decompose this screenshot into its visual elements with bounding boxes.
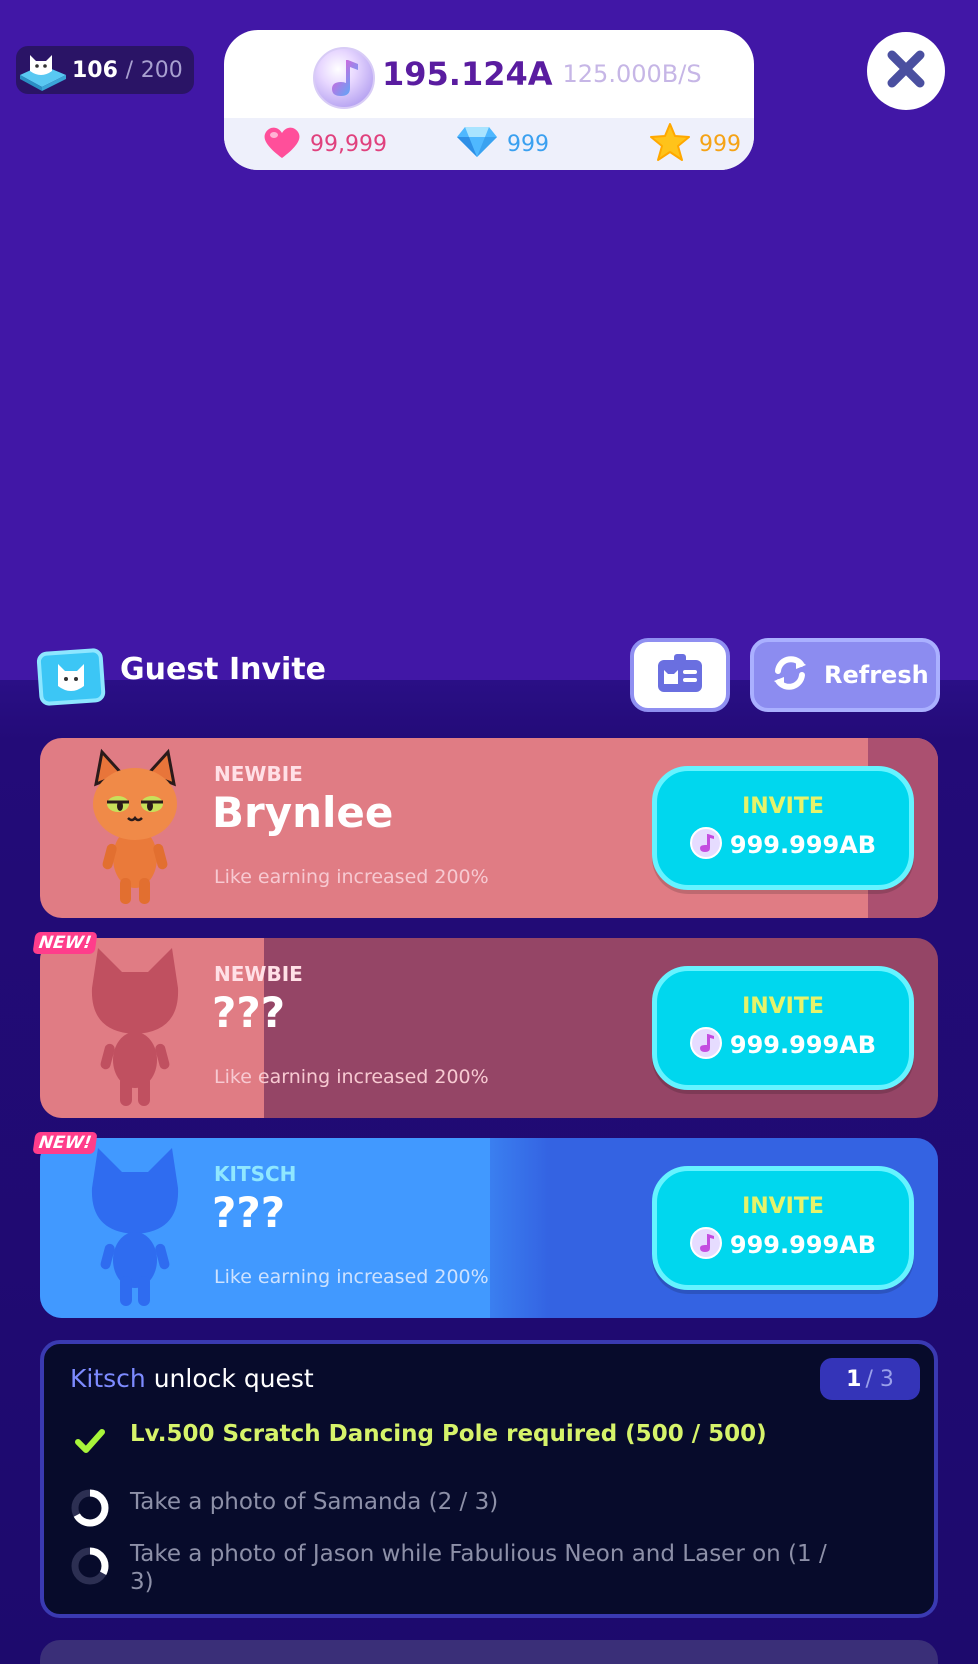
quest-title: Kitsch unlock quest bbox=[70, 1364, 314, 1393]
progress-ring-icon bbox=[70, 1546, 110, 1586]
stars-counter: 999 bbox=[649, 122, 741, 166]
quest-item: Lv.500 Scratch Dancing Pole required (50… bbox=[70, 1420, 850, 1460]
guest-card: KITSCH ??? Like earning increased 200% I… bbox=[40, 1138, 938, 1318]
quest-item-text: Take a photo of Jason while Fabulious Ne… bbox=[130, 1541, 827, 1595]
quest-title-highlight: Kitsch bbox=[70, 1364, 146, 1393]
quest-item-text: Lv.500 Scratch Dancing Pole required (50… bbox=[130, 1421, 767, 1447]
invite-label: INVITE bbox=[742, 993, 824, 1019]
guest-rarity: NEWBIE bbox=[214, 962, 303, 986]
unlock-quest-panel: Kitsch unlock quest 1 / 3 Lv.500 Scratch… bbox=[40, 1340, 938, 1618]
capacity-current: 106 bbox=[72, 57, 118, 83]
currency-panel: 195.124A 125.000B/S 99,999 999 999 bbox=[224, 30, 754, 170]
invite-cost: 999.999AB bbox=[729, 830, 877, 859]
progress-ring-icon bbox=[70, 1488, 110, 1528]
guest-description: Like earning increased 200% bbox=[214, 866, 489, 888]
music-note-orb-icon bbox=[689, 1026, 722, 1063]
quest-item-text: Take a photo of Samanda (2 / 3) bbox=[130, 1489, 499, 1515]
refresh-icon bbox=[770, 653, 810, 697]
new-badge: NEW! bbox=[32, 932, 98, 954]
guest-invite-title: Guest Invite bbox=[120, 652, 327, 687]
guest-avatar-cat bbox=[80, 748, 190, 908]
invite-button[interactable]: INVITE 999.999AB bbox=[652, 1166, 914, 1290]
refresh-label: Refresh bbox=[824, 661, 929, 689]
hearts-value: 99,999 bbox=[310, 131, 387, 157]
card-fade bbox=[490, 1138, 550, 1318]
gem-icon bbox=[455, 125, 499, 163]
guest-rarity: KITSCH bbox=[214, 1162, 297, 1186]
guest-card: NEWBIE ??? Like earning increased 200% I… bbox=[40, 938, 938, 1118]
stars-value: 999 bbox=[698, 131, 741, 157]
guest-name: ??? bbox=[212, 988, 286, 1037]
quest-title-rest: unlock quest bbox=[145, 1364, 314, 1393]
music-note-orb-icon bbox=[689, 826, 722, 863]
guest-ticket-icon bbox=[36, 646, 106, 706]
new-badge: NEW! bbox=[32, 1132, 98, 1154]
guest-card: NEWBIE Brynlee Like earning increased 20… bbox=[40, 738, 938, 918]
guest-name: Brynlee bbox=[212, 788, 394, 837]
quest-item: Take a photo of Jason while Fabulious Ne… bbox=[70, 1540, 850, 1596]
hearts-counter: 99,999 bbox=[262, 124, 387, 164]
guest-avatar-silhouette bbox=[80, 1148, 190, 1308]
next-panel-peek bbox=[40, 1640, 938, 1664]
check-icon bbox=[70, 1420, 110, 1460]
invite-cost: 999.999AB bbox=[729, 1230, 877, 1259]
refresh-button[interactable]: Refresh bbox=[750, 638, 940, 712]
guest-capacity-pill: 106 / 200 bbox=[16, 46, 194, 94]
guest-rarity: NEWBIE bbox=[214, 762, 303, 786]
guest-description: Like earning increased 200% bbox=[214, 1266, 489, 1288]
invite-button[interactable]: INVITE 999.999AB bbox=[652, 766, 914, 890]
heart-icon bbox=[262, 124, 302, 164]
music-note-orb-icon bbox=[312, 46, 376, 110]
currency-rate: 125.000B/S bbox=[562, 60, 702, 88]
guest-name: ??? bbox=[212, 1188, 286, 1237]
invite-cost: 999.999AB bbox=[729, 1030, 877, 1059]
music-note-orb-icon bbox=[689, 1226, 722, 1263]
currency-main-value: 195.124A bbox=[382, 55, 553, 93]
quest-progress-current: 1 bbox=[846, 1366, 862, 1392]
close-icon bbox=[886, 49, 926, 93]
capacity-max: 200 bbox=[140, 57, 183, 83]
invite-label: INVITE bbox=[742, 1193, 824, 1219]
guest-avatar-silhouette bbox=[80, 948, 190, 1108]
close-button[interactable] bbox=[867, 32, 945, 110]
quest-progress-badge: 1 / 3 bbox=[820, 1358, 920, 1400]
quest-progress-rest: / 3 bbox=[865, 1366, 894, 1392]
gems-counter: 999 bbox=[455, 125, 549, 163]
invite-button[interactable]: INVITE 999.999AB bbox=[652, 966, 914, 1090]
capacity-separator: / bbox=[125, 57, 134, 83]
quest-item: Take a photo of Samanda (2 / 3) bbox=[70, 1488, 850, 1528]
star-icon bbox=[649, 122, 691, 166]
invite-label: INVITE bbox=[742, 793, 824, 819]
id-card-icon bbox=[656, 652, 704, 698]
gems-value: 999 bbox=[506, 131, 549, 157]
guest-description: Like earning increased 200% bbox=[214, 1066, 489, 1088]
guest-list-button[interactable] bbox=[630, 638, 730, 712]
cat-ticket-icon bbox=[16, 45, 66, 91]
